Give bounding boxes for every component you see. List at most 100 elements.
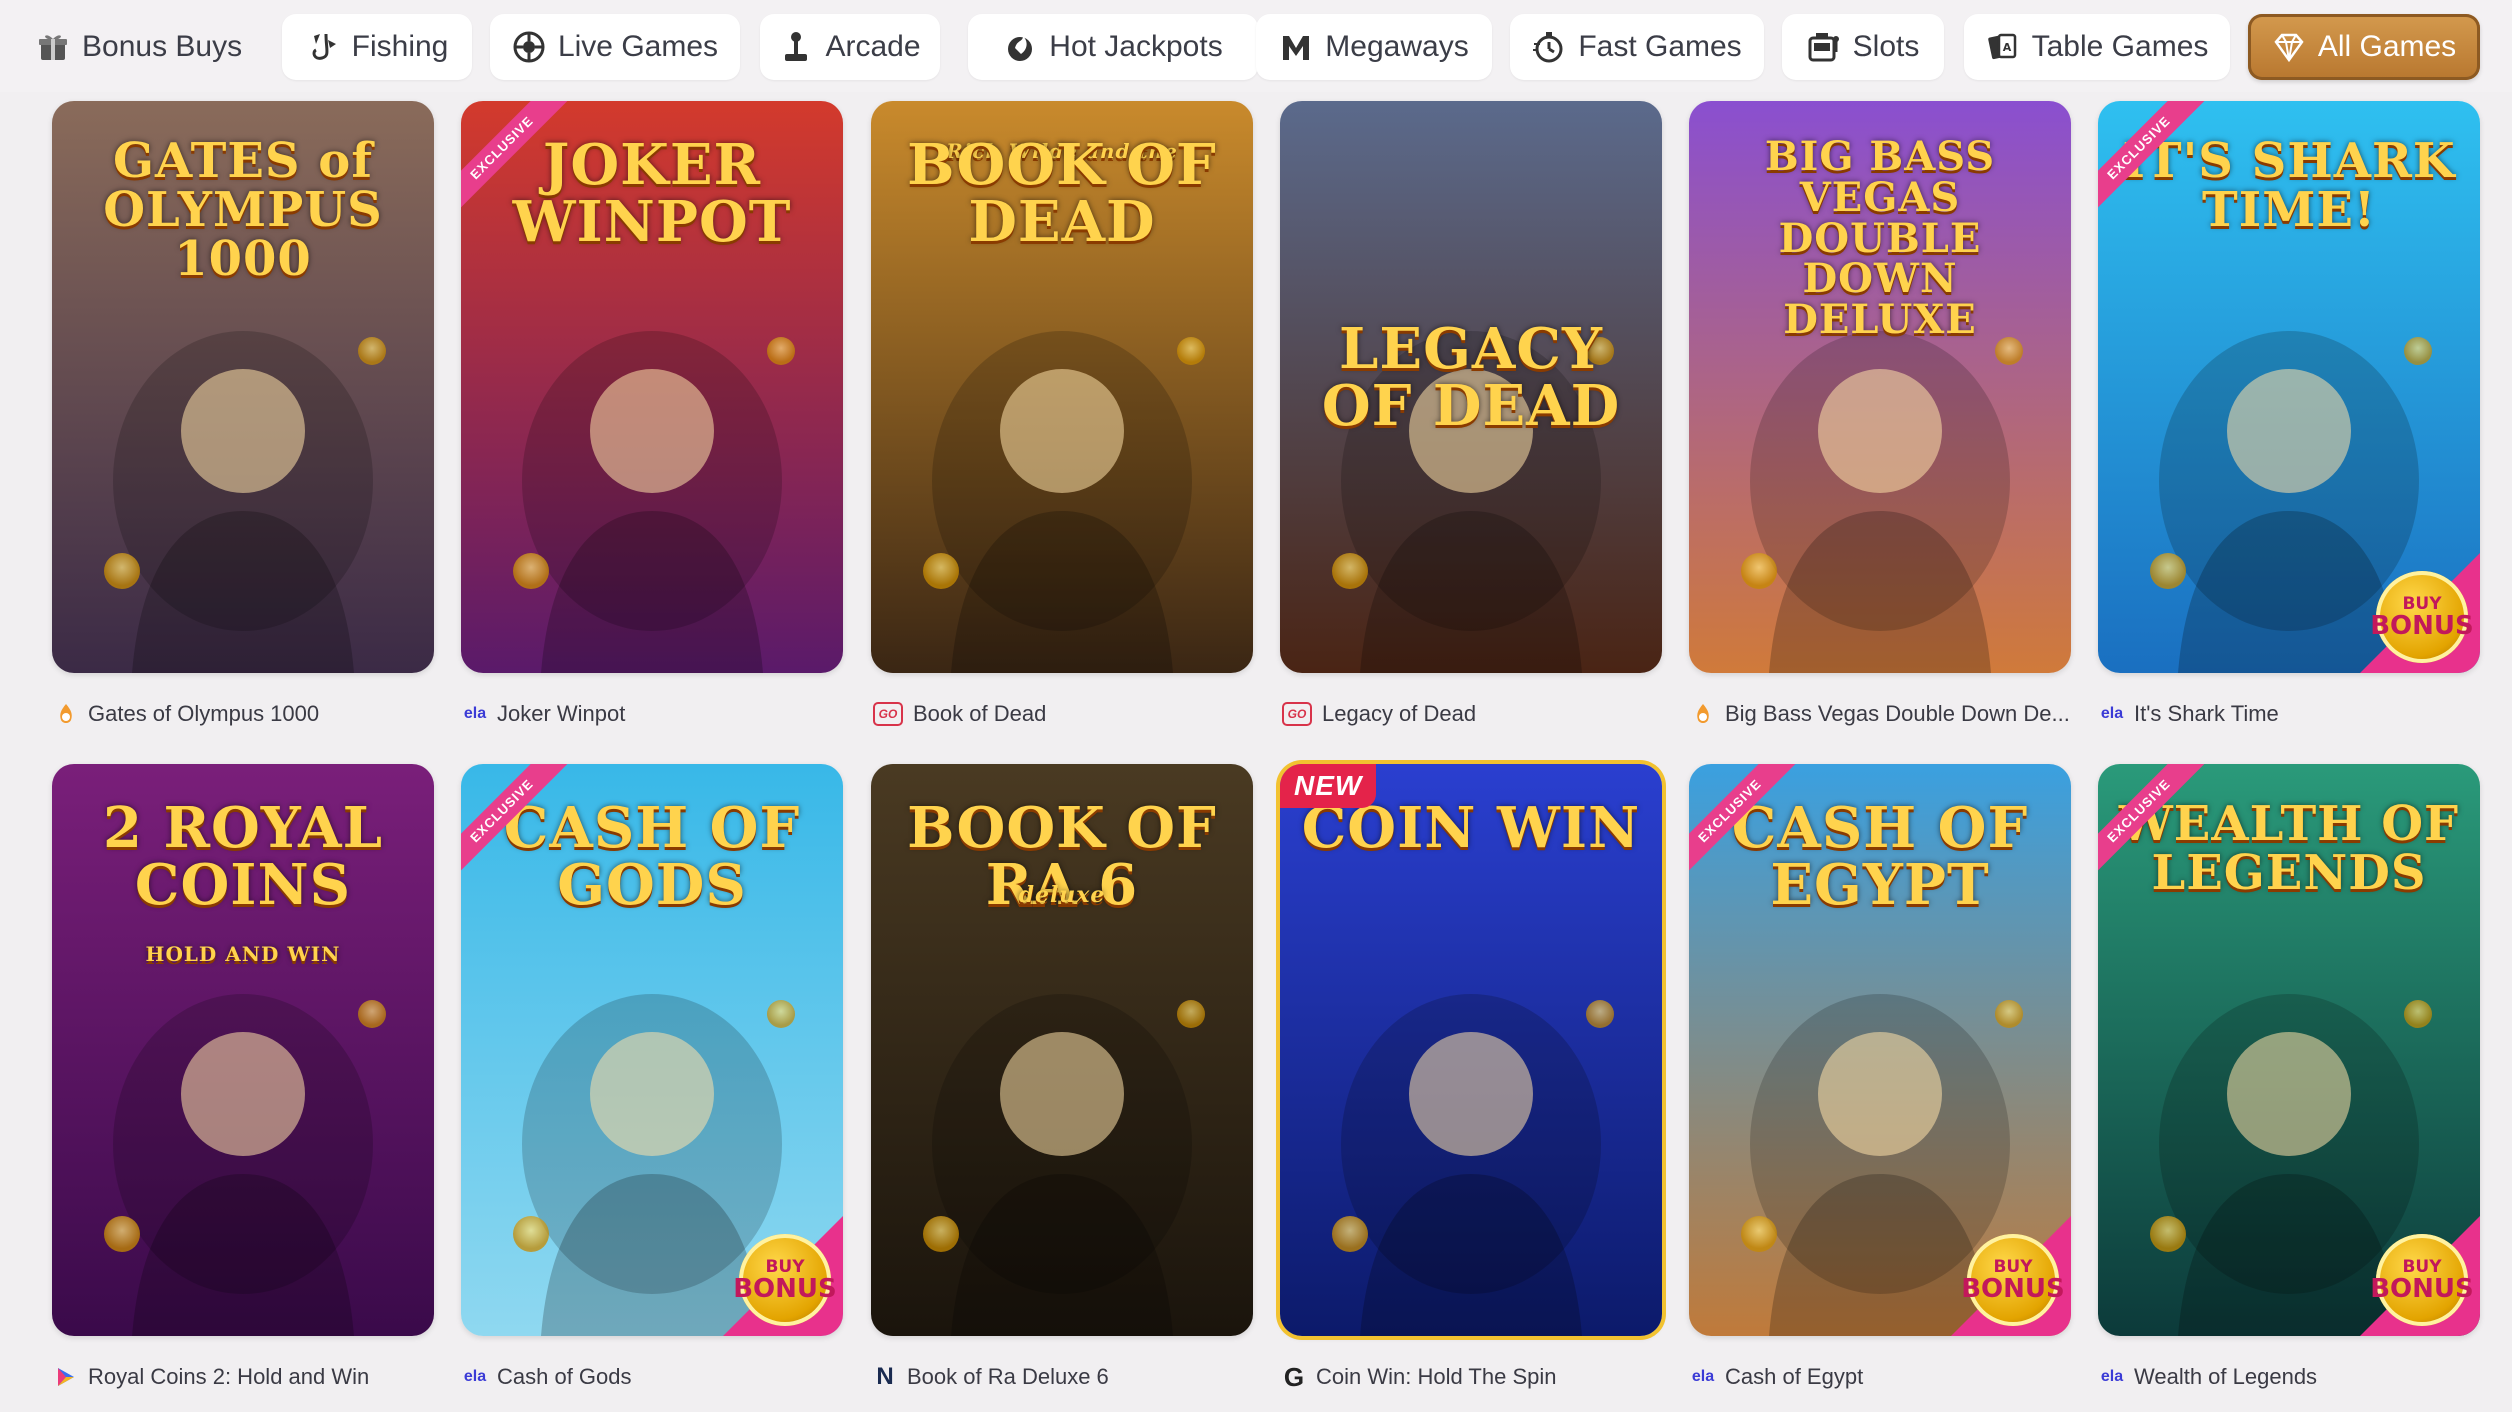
game-caption[interactable]: ela Cash of Gods	[463, 1362, 843, 1392]
category-tab-live-games[interactable]: Live Games	[490, 14, 740, 80]
category-tab-bonus-buys[interactable]: Bonus Buys	[0, 14, 268, 80]
ela-logo-icon: ela	[2100, 705, 2124, 722]
diamond-icon	[2272, 30, 2306, 64]
category-label: Table Games	[2031, 30, 2209, 63]
buy-bonus-badge: BUY BONUS	[2360, 553, 2480, 673]
novomatic-icon: N	[876, 1363, 894, 1390]
category-label: Fishing	[351, 30, 449, 63]
game-art-title: BOOK OF DEAD	[907, 132, 1217, 256]
game-tile[interactable]: Rich Wilde and the BOOK OF DEAD	[871, 101, 1253, 673]
game-caption[interactable]: N Book of Ra Deluxe 6	[873, 1362, 1253, 1392]
category-tab-arcade[interactable]: Arcade	[760, 14, 940, 80]
fish-hook-icon	[306, 30, 340, 64]
category-tab-fast-games[interactable]: Fast Games	[1510, 14, 1764, 80]
category-tab-hot-jackpots[interactable]: Hot Jackpots	[968, 14, 1258, 80]
category-tab-megaways[interactable]: Megaways	[1256, 14, 1492, 80]
game-tile[interactable]: IT'S SHARK TIME! EXCLUSIVE BUY BONUS	[2098, 101, 2480, 673]
category-tab-all-games[interactable]: All Games	[2248, 14, 2480, 80]
category-tab-slots[interactable]: Slots	[1782, 14, 1944, 80]
game-caption[interactable]: Royal Coins 2: Hold and Win	[54, 1362, 434, 1392]
buy-label: BUY	[765, 1256, 805, 1277]
game-caption[interactable]: GO Legacy of Dead	[1282, 699, 1662, 729]
game-name: Royal Coins 2: Hold and Win	[88, 1364, 370, 1389]
game-art-subtitle: HOLD AND WIN	[145, 942, 341, 966]
category-label: Bonus Buys	[82, 30, 243, 63]
buy-bonus-coin: BUY BONUS	[2370, 571, 2474, 663]
buy-bonus-badge: BUY BONUS	[1951, 1216, 2071, 1336]
game-tile[interactable]: CASH OF GODS EXCLUSIVE BUY BONUS	[461, 764, 843, 1336]
category-tab-table-games[interactable]: A Table Games	[1964, 14, 2230, 80]
category-label: Megaways	[1325, 30, 1469, 63]
game-name: Legacy of Dead	[1322, 701, 1477, 726]
game-caption[interactable]: GO Book of Dead	[873, 699, 1253, 729]
game-name: Cash of Gods	[497, 1364, 632, 1389]
category-label: Fast Games	[1578, 30, 1742, 63]
category-label: Slots	[1852, 30, 1920, 63]
buy-label: BUY	[1993, 1256, 2033, 1277]
game-caption[interactable]: ela Joker Winpot	[463, 699, 843, 729]
slot-machine-icon	[1807, 30, 1841, 64]
game-caption[interactable]: ela It's Shark Time	[2100, 699, 2480, 729]
gift-icon	[36, 30, 70, 64]
game-caption[interactable]: Big Bass Vegas Double Down De...	[1691, 699, 2071, 729]
category-label: All Games	[2317, 30, 2457, 63]
buy-label: BUY	[2402, 1256, 2442, 1277]
category-label: Live Games	[557, 30, 719, 63]
playing-cards-icon: A	[1986, 30, 2020, 64]
game-name: Coin Win: Hold The Spin	[1316, 1364, 1557, 1389]
flame-coin-icon	[1003, 30, 1037, 64]
play-n-go-icon: GO	[1282, 702, 1312, 726]
ela-logo-icon: ela	[463, 705, 487, 722]
buy-bonus-coin: BUY BONUS	[1961, 1234, 2065, 1326]
game-name: Book of Ra Deluxe 6	[907, 1364, 1109, 1389]
game-name: It's Shark Time	[2134, 701, 2279, 726]
game-name: Wealth of Legends	[2134, 1364, 2318, 1389]
gamomat-icon: G	[1283, 1361, 1305, 1392]
game-name: Big Bass Vegas Double Down De...	[1725, 701, 2070, 726]
bonus-label: BONUS	[733, 1273, 837, 1304]
game-name: Gates of Olympus 1000	[88, 701, 320, 726]
buy-bonus-coin: BUY BONUS	[733, 1234, 837, 1326]
game-name: Joker Winpot	[497, 701, 626, 726]
game-tile[interactable]: 2 ROYAL COINS HOLD AND WIN	[52, 764, 434, 1336]
game-art-title: COIN WIN	[1301, 795, 1641, 861]
joystick-icon	[779, 30, 813, 64]
game-art-title: CASH OF EGYPT	[1731, 795, 2029, 919]
game-art-title: BIG BASS VEGAS DOUBLE DOWN DELUXE	[1764, 133, 1996, 344]
game-tile[interactable]: LEGACY OF DEAD	[1280, 101, 1662, 673]
game-tile[interactable]: GATES of OLYMPUS 1000	[52, 101, 434, 673]
game-art-title: JOKER WINPOT	[512, 132, 792, 256]
category-label: Arcade	[825, 30, 921, 63]
category-bar: Bonus Buys Fishing Live Games Arcade Hot Jac…	[0, 0, 2512, 92]
game-caption[interactable]: Gates of Olympus 1000	[54, 699, 434, 729]
m-logo-icon	[1279, 30, 1313, 64]
bonus-label: BONUS	[1961, 1273, 2065, 1304]
roulette-icon	[512, 30, 546, 64]
game-art-title: WEALTH OF LEGENDS	[2118, 796, 2460, 901]
bonus-label: BONUS	[2370, 1273, 2474, 1304]
game-tile[interactable]: BOOK OF RA 6 deluxe	[871, 764, 1253, 1336]
game-tile[interactable]: BIG BASS VEGAS DOUBLE DOWN DELUXE	[1689, 101, 2071, 673]
category-label: Hot Jackpots	[1049, 30, 1223, 63]
game-name: Book of Dead	[913, 701, 1047, 726]
svg-text:A: A	[2002, 41, 2011, 54]
buy-bonus-coin: BUY BONUS	[2370, 1234, 2474, 1326]
ela-logo-icon: ela	[1691, 1368, 1715, 1385]
game-art-title: CASH OF GODS	[503, 795, 801, 919]
ela-logo-icon: ela	[463, 1368, 487, 1385]
game-caption[interactable]: G Coin Win: Hold The Spin	[1282, 1362, 1662, 1392]
game-name: Cash of Egypt	[1725, 1364, 1864, 1389]
pragmatic-play-icon	[54, 702, 78, 726]
playson-icon	[54, 1365, 78, 1389]
game-art-title: GATES of OLYMPUS 1000	[103, 133, 383, 287]
game-caption[interactable]: ela Wealth of Legends	[2100, 1362, 2480, 1392]
game-art-subtitle: deluxe	[1018, 882, 1106, 908]
game-tile[interactable]: JOKER WINPOT EXCLUSIVE	[461, 101, 843, 673]
game-tile[interactable]: COIN WIN NEW	[1280, 764, 1662, 1336]
game-tile[interactable]: CASH OF EGYPT EXCLUSIVE BUY BONUS	[1689, 764, 2071, 1336]
buy-label: BUY	[2402, 593, 2442, 614]
category-tab-fishing[interactable]: Fishing	[282, 14, 472, 80]
game-caption[interactable]: ela Cash of Egypt	[1691, 1362, 2071, 1392]
bonus-label: BONUS	[2370, 610, 2474, 641]
game-tile[interactable]: WEALTH OF LEGENDS EXCLUSIVE BUY BONUS	[2098, 764, 2480, 1336]
